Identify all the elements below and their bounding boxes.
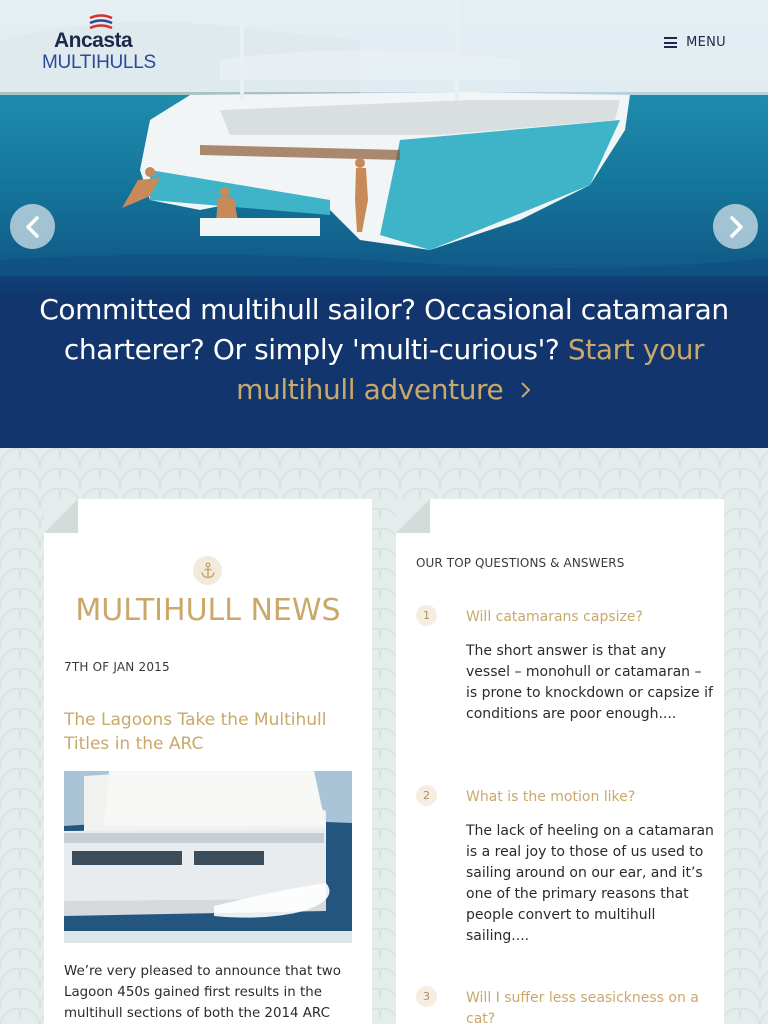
news-image[interactable] [64, 771, 352, 943]
news-headline-link[interactable]: The Lagoons Take the Multihull Titles in… [64, 708, 354, 756]
news-card: MULTIHULL NEWS 7TH OF JAN 2015 The Lagoo… [44, 499, 372, 1024]
menu-button[interactable]: MENU [664, 35, 726, 50]
news-section-title: MULTIHULL NEWS [75, 593, 341, 628]
qa-number-badge: 2 [416, 785, 437, 806]
site-logo[interactable]: Ancasta MULTIHULLS [42, 14, 162, 76]
chevron-right-icon [729, 215, 743, 238]
logo-word: Ancasta [54, 29, 133, 52]
hero-banner: Committed multihull sailor? Occasional c… [0, 276, 768, 448]
anchor-glyph [200, 562, 215, 578]
chevron-right-icon [521, 382, 531, 398]
banner-text: Committed multihull sailor? Occasional c… [24, 290, 744, 410]
chevron-left-icon [25, 215, 39, 238]
qa-question-link[interactable]: Will I suffer less seasickness on a cat? [466, 988, 706, 1024]
qa-card: OUR TOP QUESTIONS & ANSWERS 1 Will catam… [396, 499, 724, 1024]
qa-number-badge: 3 [416, 986, 437, 1007]
hero-slider: Ancasta MULTIHULLS MENU Committed multih… [0, 0, 768, 448]
card-fold-shadow [396, 499, 430, 533]
news-date: 7TH OF JAN 2015 [64, 660, 170, 674]
slider-next-button[interactable] [713, 204, 758, 249]
menu-label: MENU [686, 35, 726, 50]
qa-question-link[interactable]: Will catamarans capsize? [466, 607, 706, 628]
qa-number-badge: 1 [416, 605, 437, 626]
slider-prev-button[interactable] [10, 204, 55, 249]
card-fold-shadow [44, 499, 78, 533]
logo-sub: MULTIHULLS [42, 52, 156, 73]
qa-question-link[interactable]: What is the motion like? [466, 787, 706, 808]
anchor-icon [193, 556, 222, 585]
hamburger-icon [664, 37, 678, 48]
qa-answer: The lack of heeling on a catamaran is a … [466, 823, 714, 944]
qa-heading: OUR TOP QUESTIONS & ANSWERS [416, 556, 625, 570]
content-area: MULTIHULL NEWS 7TH OF JAN 2015 The Lagoo… [0, 448, 768, 1024]
qa-answer: The short answer is that any vessel – mo… [466, 643, 713, 722]
news-excerpt: We’re very pleased to announce that two … [64, 964, 341, 1021]
flag-icon [89, 14, 113, 30]
site-header: Ancasta MULTIHULLS MENU [0, 0, 768, 92]
